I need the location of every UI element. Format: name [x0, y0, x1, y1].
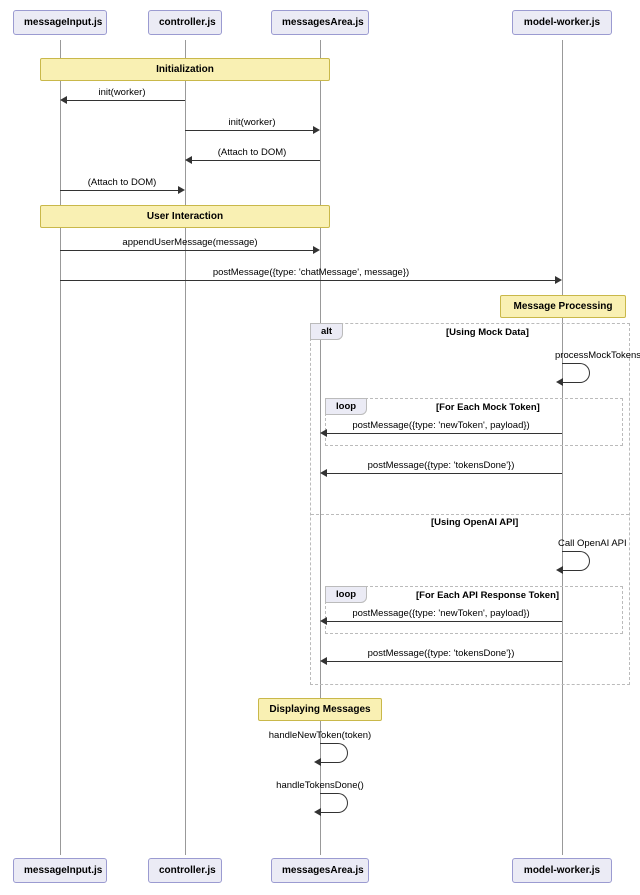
arrow-m12 — [326, 661, 562, 662]
participant-messages-area-bottom: messagesArea.js — [271, 858, 369, 883]
arrow-head-m1 — [60, 96, 67, 104]
participant-messages-area-top: messagesArea.js — [271, 10, 369, 35]
selfloop-m14 — [320, 793, 348, 813]
arrow-head-m3 — [185, 156, 192, 164]
arrow-m1 — [66, 100, 185, 101]
arrow-m6 — [60, 280, 555, 281]
alt-condition-api: [Using OpenAI API] — [431, 517, 518, 528]
participant-model-worker-bottom: model-worker.js — [512, 858, 612, 883]
arrow-m3 — [191, 160, 320, 161]
participant-controller-bottom: controller.js — [148, 858, 222, 883]
alt-divider — [311, 514, 629, 515]
msg-init-worker-2: init(worker) — [229, 117, 276, 128]
arrow-head-m5 — [313, 246, 320, 254]
msg-new-token-api: postMessage({type: 'newToken', payload}) — [352, 608, 529, 619]
selfloop-m10 — [562, 551, 590, 571]
msg-tokens-done-api: postMessage({type: 'tokensDone'}) — [368, 648, 515, 659]
alt-label: alt — [310, 323, 343, 340]
note-initialization: Initialization — [40, 58, 330, 81]
arrow-m4 — [60, 190, 178, 191]
note-user-interaction: User Interaction — [40, 205, 330, 228]
arrow-head-m12 — [320, 657, 327, 665]
arrow-head-m8 — [320, 429, 327, 437]
participant-message-input-bottom: messageInput.js — [13, 858, 107, 883]
arrow-m5 — [60, 250, 313, 251]
lifeline-message-input — [60, 40, 61, 855]
arrow-m9 — [326, 473, 562, 474]
arrow-m2 — [185, 130, 313, 131]
participant-model-worker-top: model-worker.js — [512, 10, 612, 35]
msg-init-worker-1: init(worker) — [99, 87, 146, 98]
arrow-m11 — [326, 621, 562, 622]
msg-new-token-mock: postMessage({type: 'newToken', payload}) — [352, 420, 529, 431]
selfloop-m13 — [320, 743, 348, 763]
participant-controller-top: controller.js — [148, 10, 222, 35]
arrow-head-m6 — [555, 276, 562, 284]
loop-condition-api: [For Each API Response Token] — [416, 590, 559, 601]
msg-attach-dom-1: (Attach to DOM) — [218, 147, 287, 158]
sequence-diagram: messageInput.js controller.js messagesAr… — [0, 0, 640, 895]
loop-label-mock: loop — [325, 398, 367, 415]
msg-call-openai-api: Call OpenAI API — [558, 538, 627, 549]
msg-handle-tokens-done: handleTokensDone() — [276, 780, 364, 791]
msg-post-chat-message: postMessage({type: 'chatMessage', messag… — [213, 267, 409, 278]
note-displaying-messages: Displaying Messages — [258, 698, 382, 721]
loop-label-api: loop — [325, 586, 367, 603]
msg-handle-new-token: handleNewToken(token) — [269, 730, 371, 741]
arrow-head-m11 — [320, 617, 327, 625]
note-message-processing: Message Processing — [500, 295, 626, 318]
loop-condition-mock: [For Each Mock Token] — [436, 402, 540, 413]
alt-condition-mock: [Using Mock Data] — [446, 327, 529, 338]
msg-append-user-message: appendUserMessage(message) — [122, 237, 257, 248]
arrow-head-m9 — [320, 469, 327, 477]
arrow-head-m2 — [313, 126, 320, 134]
selfloop-m7 — [562, 363, 590, 383]
participant-message-input-top: messageInput.js — [13, 10, 107, 35]
arrow-m8 — [326, 433, 562, 434]
msg-process-mock-tokens: processMockTokens() — [555, 350, 640, 361]
arrow-head-m4 — [178, 186, 185, 194]
msg-tokens-done-mock: postMessage({type: 'tokensDone'}) — [368, 460, 515, 471]
msg-attach-dom-2: (Attach to DOM) — [88, 177, 157, 188]
